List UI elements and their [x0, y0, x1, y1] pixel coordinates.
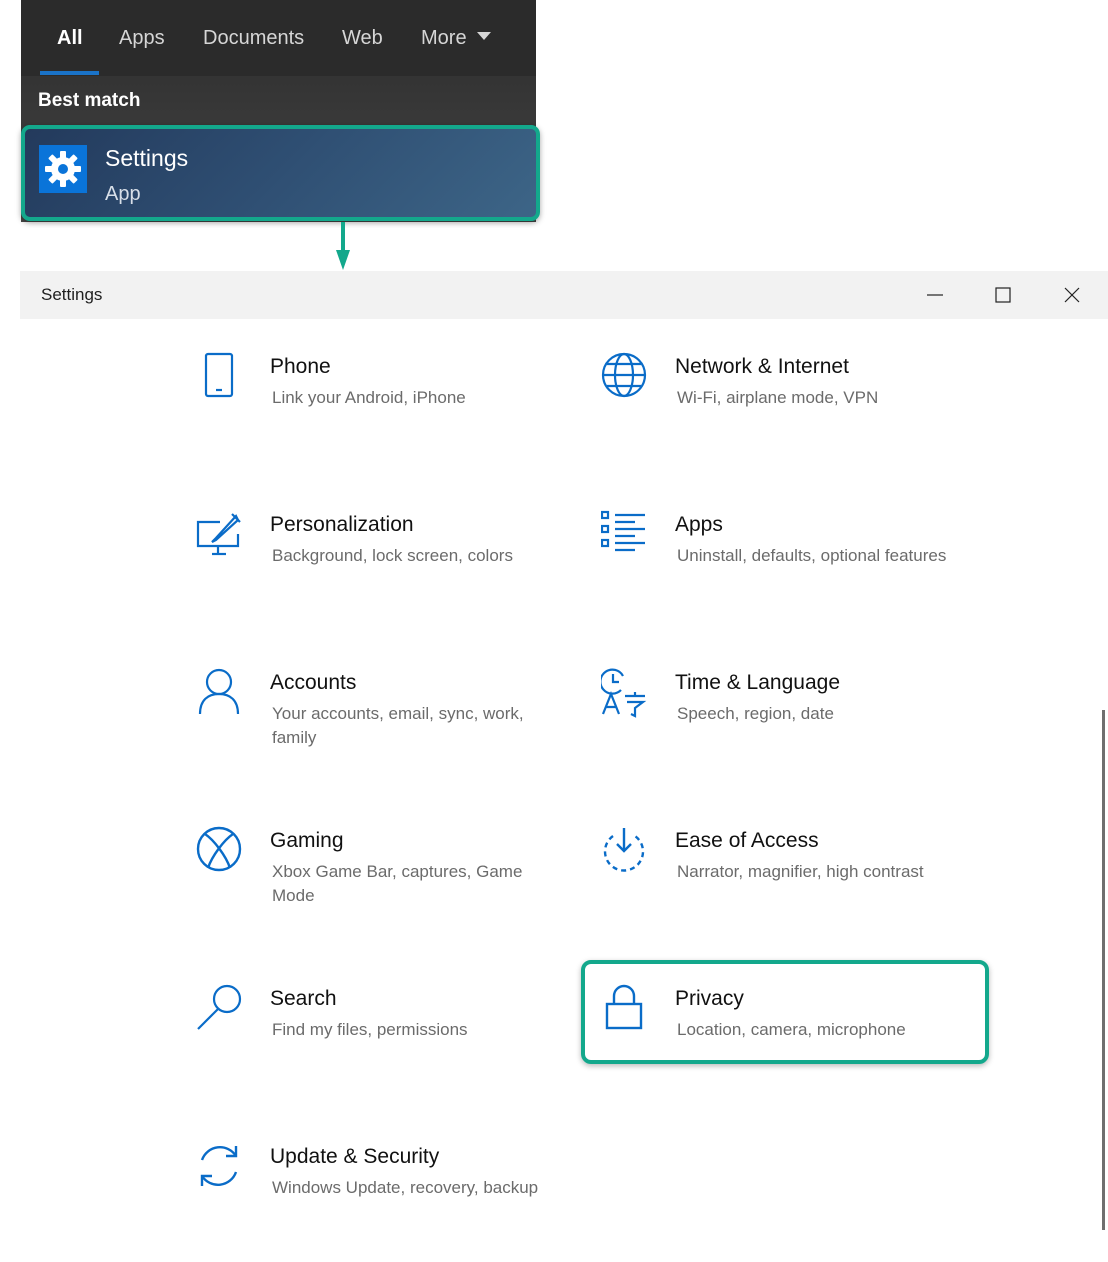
settings-item-phone[interactable]: Phone Link your Android, iPhone: [196, 352, 586, 462]
settings-item-personalization[interactable]: Personalization Background, lock screen,…: [196, 510, 586, 620]
settings-item-title: Apps: [675, 513, 723, 536]
tab-web[interactable]: Web: [342, 24, 383, 52]
settings-item-title: Time & Language: [675, 671, 840, 694]
settings-app-result[interactable]: Settings App: [21, 125, 540, 221]
close-button[interactable]: [1057, 281, 1087, 309]
xbox-icon: [196, 826, 242, 872]
result-name: Settings: [105, 145, 189, 171]
settings-item-update-security[interactable]: Update & Security Windows Update, recove…: [196, 1142, 586, 1252]
settings-item-title: Search: [270, 987, 337, 1010]
result-type: App: [105, 183, 141, 205]
settings-item-title: Ease of Access: [675, 829, 819, 852]
settings-item-title: Network & Internet: [675, 355, 849, 378]
settings-item-desc: Your accounts, email, sync, work, family: [272, 704, 524, 747]
tab-apps[interactable]: Apps: [119, 24, 165, 52]
settings-item-title: Gaming: [270, 829, 344, 852]
settings-item-title: Personalization: [270, 513, 414, 536]
settings-item-desc: Location, camera, microphone: [677, 1020, 906, 1039]
search-icon: [197, 984, 242, 1030]
tab-documents[interactable]: Documents: [203, 24, 304, 52]
settings-item-network[interactable]: Network & Internet Wi-Fi, airplane mode,…: [601, 352, 991, 462]
settings-item-search[interactable]: Search Find my files, permissions: [196, 984, 586, 1094]
minimize-button[interactable]: [920, 281, 950, 309]
settings-item-title: Update & Security: [270, 1145, 440, 1168]
maximize-button[interactable]: [988, 281, 1018, 309]
apps-list-icon: [601, 510, 645, 552]
phone-icon: [204, 352, 234, 398]
settings-item-desc: Uninstall, defaults, optional features: [677, 546, 947, 565]
settings-item-desc: Narrator, magnifier, high contrast: [677, 862, 924, 881]
tab-more-label: More: [421, 27, 467, 49]
close-icon: [1064, 287, 1080, 303]
settings-item-desc: Background, lock screen, colors: [272, 546, 513, 565]
personalization-icon: [196, 513, 241, 556]
settings-item-apps[interactable]: Apps Uninstall, defaults, optional featu…: [601, 510, 991, 620]
ease-of-access-icon: [603, 828, 645, 872]
globe-icon: [601, 352, 647, 398]
gear-icon: [39, 145, 87, 193]
settings-item-title: Phone: [270, 355, 331, 378]
settings-item-privacy[interactable]: Privacy Location, camera, microphone: [601, 984, 991, 1094]
settings-item-accounts[interactable]: Accounts Your accounts, email, sync, wor…: [196, 668, 586, 778]
minimize-icon: [927, 294, 943, 296]
person-icon: [198, 668, 240, 715]
settings-titlebar: Settings: [20, 271, 1108, 319]
settings-item-time-language[interactable]: Time & Language Speech, region, date: [601, 668, 991, 778]
settings-item-desc: Windows Update, recovery, backup: [272, 1178, 539, 1197]
settings-item-title: Accounts: [270, 671, 357, 694]
sync-icon: [200, 1146, 238, 1186]
chevron-down-icon: [476, 31, 491, 40]
settings-item-ease-of-access[interactable]: Ease of Access Narrator, magnifier, high…: [601, 826, 991, 936]
settings-item-desc: Find my files, permissions: [272, 1020, 468, 1039]
time-language-icon: [601, 668, 647, 718]
window-title: Settings: [41, 285, 103, 304]
maximize-icon: [995, 287, 1011, 303]
lock-icon: [605, 984, 643, 1030]
settings-item-gaming[interactable]: Gaming Xbox Game Bar, captures, Game Mod…: [196, 826, 586, 936]
best-match-heading: Best match: [38, 90, 141, 111]
scrollbar[interactable]: [1102, 710, 1105, 1230]
settings-item-desc: Wi-Fi, airplane mode, VPN: [677, 388, 879, 407]
settings-item-desc: Link your Android, iPhone: [272, 388, 466, 407]
settings-item-title: Privacy: [675, 987, 744, 1010]
active-tab-indicator: [40, 71, 99, 75]
search-tabs: All Apps Documents Web More: [21, 0, 536, 76]
settings-item-desc: Speech, region, date: [677, 704, 834, 723]
arrow-down-icon: [336, 222, 350, 277]
settings-item-desc: Xbox Game Bar, captures, Game Mode: [272, 862, 523, 905]
tab-more[interactable]: More: [421, 24, 491, 52]
tab-all[interactable]: All: [57, 24, 83, 52]
